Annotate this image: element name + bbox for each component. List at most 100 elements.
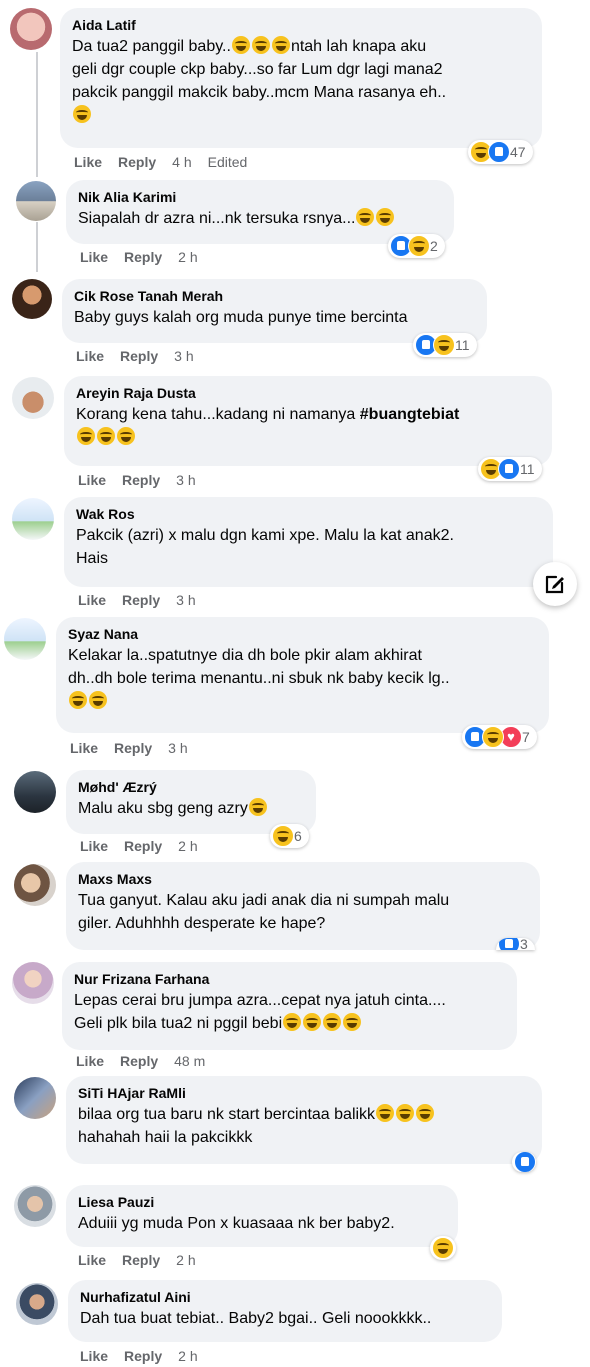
reaction-summary[interactable]: 6 bbox=[270, 824, 309, 848]
avatar[interactable] bbox=[12, 279, 52, 319]
timestamp[interactable]: 48 m bbox=[174, 1053, 205, 1069]
like-button[interactable]: Like bbox=[76, 1053, 104, 1069]
reply-button[interactable]: Reply bbox=[122, 1252, 160, 1268]
commenter-name[interactable]: Aida Latif bbox=[72, 16, 530, 35]
avatar[interactable] bbox=[14, 864, 56, 906]
rofl-emoji-icon bbox=[283, 1013, 302, 1031]
reply-button[interactable]: Reply bbox=[114, 740, 152, 756]
like-reaction-icon bbox=[488, 141, 510, 163]
comment-actions: Like Reply 3 h bbox=[70, 740, 204, 756]
reply-button[interactable]: Reply bbox=[120, 348, 158, 364]
grin-emoji-icon bbox=[376, 208, 395, 226]
grin-emoji-icon bbox=[271, 36, 290, 54]
timestamp[interactable]: 2 h bbox=[178, 838, 197, 854]
commenter-name[interactable]: Nur Frizana Farhana bbox=[74, 970, 505, 989]
like-reaction-icon bbox=[514, 1152, 536, 1172]
grin-emoji-icon bbox=[356, 208, 375, 226]
rofl-emoji-icon bbox=[376, 1104, 395, 1122]
reaction-summary[interactable] bbox=[512, 1152, 536, 1172]
timestamp[interactable]: 2 h bbox=[178, 249, 197, 265]
reply-button[interactable]: Reply bbox=[118, 154, 156, 170]
like-button[interactable]: Like bbox=[70, 740, 98, 756]
reaction-summary[interactable]: 11 bbox=[478, 457, 542, 481]
reaction-summary[interactable]: 47 bbox=[468, 140, 533, 164]
comment-text: Lepas cerai bru jumpa azra...cepat nya j… bbox=[74, 992, 446, 1032]
like-button[interactable]: Like bbox=[80, 1348, 108, 1364]
comment-actions: Like Reply 2 h bbox=[78, 1252, 212, 1268]
rofl-emoji-icon bbox=[396, 1104, 415, 1122]
timestamp[interactable]: 3 h bbox=[174, 348, 193, 364]
avatar[interactable] bbox=[4, 618, 46, 660]
haha-reaction-icon bbox=[408, 235, 430, 257]
commenter-name[interactable]: Nik Alia Karimi bbox=[78, 188, 442, 207]
reaction-count: 11 bbox=[520, 461, 535, 477]
comment-actions: Like Reply 3 h bbox=[78, 472, 212, 488]
timestamp[interactable]: 3 h bbox=[176, 592, 195, 608]
avatar[interactable] bbox=[12, 377, 54, 419]
grin-emoji-icon bbox=[117, 427, 135, 445]
like-button[interactable]: Like bbox=[80, 838, 108, 854]
comment-text: Siapalah dr azra ni...nk tersuka rsnya..… bbox=[78, 207, 442, 230]
rofl-emoji-icon bbox=[323, 1013, 342, 1031]
like-button[interactable]: Like bbox=[74, 154, 102, 170]
reaction-count: 2 bbox=[430, 238, 438, 254]
timestamp[interactable]: 2 h bbox=[178, 1348, 197, 1364]
comment-text: Pakcik (azri) x malu dgn kami xpe. Malu … bbox=[76, 527, 454, 567]
reply-button[interactable]: Reply bbox=[120, 1053, 158, 1069]
reaction-summary[interactable]: 3 bbox=[496, 938, 535, 950]
commenter-name[interactable]: Maxs Maxs bbox=[78, 870, 528, 889]
like-button[interactable]: Like bbox=[78, 1252, 106, 1268]
commenter-name[interactable]: Liesa Pauzi bbox=[78, 1193, 446, 1212]
comment-bubble: Maxs Maxs Tua ganyut. Kalau aku jadi ana… bbox=[66, 862, 540, 950]
avatar[interactable] bbox=[12, 962, 54, 1004]
compose-edit-button[interactable] bbox=[533, 562, 577, 606]
avatar[interactable] bbox=[12, 498, 54, 540]
comment-actions: Like Reply 48 m bbox=[76, 1053, 221, 1069]
like-button[interactable]: Like bbox=[76, 348, 104, 364]
commenter-name[interactable]: Cik Rose Tanah Merah bbox=[74, 287, 475, 306]
timestamp[interactable]: 4 h bbox=[172, 154, 191, 170]
reply-button[interactable]: Reply bbox=[124, 249, 162, 265]
timestamp[interactable]: 3 h bbox=[168, 740, 187, 756]
like-button[interactable]: Like bbox=[78, 592, 106, 608]
avatar[interactable] bbox=[16, 181, 56, 221]
commenter-name[interactable]: Areyin Raja Dusta bbox=[76, 384, 540, 403]
like-button[interactable]: Like bbox=[80, 249, 108, 265]
rofl-emoji-icon bbox=[303, 1013, 322, 1031]
commenter-name[interactable]: Nurhafizatul Aini bbox=[80, 1288, 490, 1307]
comment-actions: Like Reply 2 h bbox=[80, 249, 214, 265]
reaction-summary[interactable]: 11 bbox=[413, 333, 477, 357]
reply-button[interactable]: Reply bbox=[122, 592, 160, 608]
comment-actions: Like Reply 2 h bbox=[80, 838, 214, 854]
hashtag-link[interactable]: #buangtebiat bbox=[360, 406, 460, 423]
avatar[interactable] bbox=[14, 1185, 56, 1227]
grin-emoji-icon bbox=[251, 36, 270, 54]
avatar[interactable] bbox=[16, 1283, 58, 1325]
reply-button[interactable]: Reply bbox=[122, 472, 160, 488]
thread-line bbox=[36, 52, 38, 177]
like-reaction-icon bbox=[498, 458, 520, 480]
comment-actions: Like Reply 3 h bbox=[76, 348, 210, 364]
commenter-name[interactable]: SiTi HAjar RaMli bbox=[78, 1084, 530, 1103]
comment-bubble: Liesa Pauzi Aduiii yg muda Pon x kuasaaa… bbox=[66, 1185, 458, 1247]
commenter-name[interactable]: Syaz Nana bbox=[68, 625, 537, 644]
haha-reaction-icon bbox=[482, 726, 504, 748]
reaction-summary[interactable]: 2 bbox=[388, 234, 445, 258]
disappointed-emoji-icon bbox=[248, 798, 267, 816]
avatar[interactable] bbox=[14, 771, 56, 813]
reaction-summary[interactable]: ♥ 7 bbox=[462, 725, 537, 749]
timestamp[interactable]: 2 h bbox=[176, 1252, 195, 1268]
like-button[interactable]: Like bbox=[78, 472, 106, 488]
timestamp[interactable]: 3 h bbox=[176, 472, 195, 488]
comment-text: Kelakar la..spatutnye dia dh bole pkir a… bbox=[68, 644, 537, 713]
reaction-summary[interactable] bbox=[430, 1236, 456, 1260]
comment-text: Da tua2 panggil baby.. ntah lah knapa aku… bbox=[72, 35, 530, 127]
commenter-name[interactable]: Wak Ros bbox=[76, 505, 541, 524]
avatar[interactable] bbox=[10, 8, 52, 50]
commenter-name[interactable]: Møhd' Æzrý bbox=[78, 778, 304, 797]
reply-button[interactable]: Reply bbox=[124, 1348, 162, 1364]
avatar[interactable] bbox=[14, 1077, 56, 1119]
reply-button[interactable]: Reply bbox=[124, 838, 162, 854]
grin-emoji-icon bbox=[73, 105, 91, 123]
comment-text: bilaa org tua baru nk start bercintaa ba… bbox=[78, 1103, 530, 1149]
